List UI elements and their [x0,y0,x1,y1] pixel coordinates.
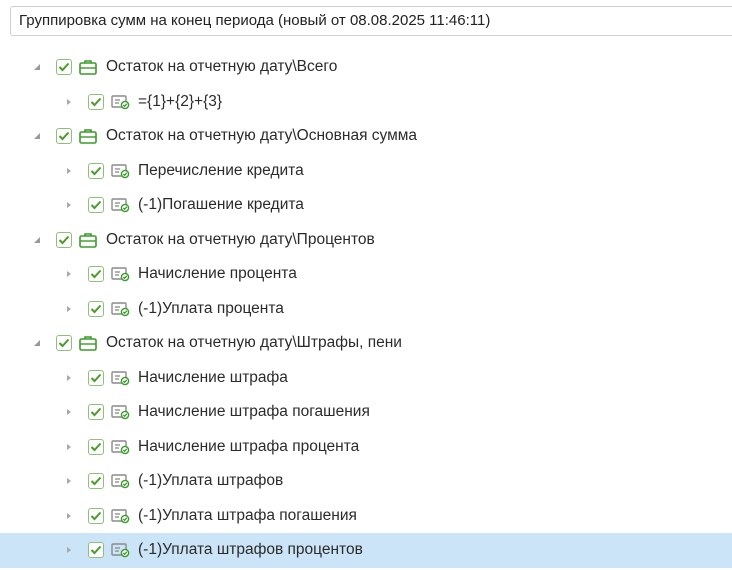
tree-item-row[interactable]: Начисление штрафа процента [0,430,732,465]
formula-item-icon [110,541,130,559]
checkbox[interactable] [88,266,104,283]
checkbox[interactable] [88,369,104,386]
folder-group-icon [78,231,98,249]
triangle-collapsed-icon[interactable] [62,371,76,385]
checkmark-icon [90,546,102,555]
checkbox[interactable] [56,128,72,145]
triangle-expanded-icon[interactable] [30,60,44,74]
tree-group-label: Остаток на отчетную дату\Процентов [106,230,375,248]
tree-item-label: Начисление штрафа погашения [138,403,370,421]
checkmark-icon [90,408,102,417]
triangle-expanded-icon[interactable] [30,233,44,247]
triangle-collapsed-icon[interactable] [62,440,76,454]
checkbox[interactable] [56,335,72,352]
triangle-collapsed-icon[interactable] [62,267,76,281]
checkbox[interactable] [88,473,104,490]
tree-item-row[interactable]: Перечисление кредита [0,154,732,189]
checkbox[interactable] [56,59,72,76]
checkmark-icon [90,511,102,521]
tree-group-row[interactable]: Остаток на отчетную дату\Всего [0,50,732,85]
triangle-collapsed-icon[interactable] [62,302,76,316]
group-title-field[interactable]: Группировка сумм на конец периода (новый… [10,6,732,36]
formula-item-icon [110,472,130,490]
checkmark-icon [90,166,102,176]
triangle-collapsed-icon[interactable] [62,509,76,523]
tree-item-label: Перечисление кредита [138,161,304,179]
triangle-collapsed-icon[interactable] [62,198,76,212]
checkmark-icon [90,442,102,452]
tree-item-row[interactable]: (-1)Уплата процента [0,292,732,327]
checkbox[interactable] [88,507,104,524]
checkbox[interactable] [88,300,104,317]
triangle-expanded-icon[interactable] [30,129,44,143]
tree-group-label: Остаток на отчетную дату\Штрафы, пени [106,334,402,352]
tree-item-label: Начисление штрафа [138,368,288,386]
tree-item-label: (-1)Погашение кредита [138,196,304,214]
formula-item-icon [110,93,130,111]
checkbox[interactable] [88,404,104,421]
tree-item-label: Начисление процента [138,265,297,283]
triangle-collapsed-icon[interactable] [62,405,76,419]
tree-group-row[interactable]: Остаток на отчетную дату\Основная сумма [0,119,732,154]
tree-group-label: Остаток на отчетную дату\Всего [106,58,338,76]
checkmark-icon [90,201,102,210]
folder-group-icon [78,58,98,76]
formula-item-icon [110,300,130,318]
tree-item-row[interactable]: Начисление штрафа погашения [0,395,732,430]
checkmark-icon [90,373,102,383]
checkbox[interactable] [88,93,104,110]
tree-group-label: Остаток на отчетную дату\Основная сумма [106,127,418,145]
checkbox[interactable] [88,438,104,455]
checkbox[interactable] [88,162,104,179]
tree-view-window: Группировка сумм на конец периода (новый… [0,0,732,570]
tree-group-row[interactable]: Остаток на отчетную дату\Процентов [0,223,732,258]
triangle-collapsed-icon[interactable] [62,474,76,488]
checkmark-icon [90,270,102,279]
tree-item-label: ={1}+{2}+{3} [138,92,223,110]
checkbox[interactable] [88,542,104,559]
triangle-collapsed-icon[interactable] [62,95,76,109]
tree-item-row[interactable]: Начисление штрафа [0,361,732,396]
triangle-expanded-icon[interactable] [30,336,44,350]
checkbox[interactable] [88,197,104,214]
formula-item-icon [110,369,130,387]
formula-item-icon [110,162,130,180]
tree-item-row[interactable]: (-1)Уплата штрафа погашения [0,499,732,534]
checkbox[interactable] [56,231,72,248]
formula-item-icon [110,438,130,456]
checkmark-icon [58,132,70,141]
tree-view: Остаток на отчетную дату\Всего ={1}+{2}+… [0,50,732,568]
folder-group-icon [78,127,98,145]
tree-item-label: (-1)Уплата штрафа погашения [138,506,357,524]
triangle-collapsed-icon[interactable] [62,164,76,178]
checkmark-icon [58,63,70,72]
tree-group-row[interactable]: Остаток на отчетную дату\Штрафы, пени [0,326,732,361]
tree-item-row[interactable]: Начисление процента [0,257,732,292]
tree-item-label: Начисление штрафа процента [138,437,360,455]
formula-item-icon [110,196,130,214]
tree-item-row-selected[interactable]: (-1)Уплата штрафов процентов [0,533,732,568]
formula-item-icon [110,265,130,283]
tree-item-label: (-1)Уплата штрафов [138,472,284,490]
formula-item-icon [110,403,130,421]
checkmark-icon [90,304,102,314]
folder-group-icon [78,334,98,352]
tree-item-row[interactable]: ={1}+{2}+{3} [0,85,732,120]
formula-item-icon [110,507,130,525]
checkmark-icon [90,97,102,107]
checkmark-icon [58,339,70,348]
tree-item-label: (-1)Уплата штрафов процентов [138,541,363,559]
triangle-collapsed-icon[interactable] [62,543,76,557]
tree-item-row[interactable]: (-1)Погашение кредита [0,188,732,223]
tree-item-row[interactable]: (-1)Уплата штрафов [0,464,732,499]
checkmark-icon [58,235,70,245]
checkmark-icon [90,477,102,486]
tree-item-label: (-1)Уплата процента [138,299,284,317]
